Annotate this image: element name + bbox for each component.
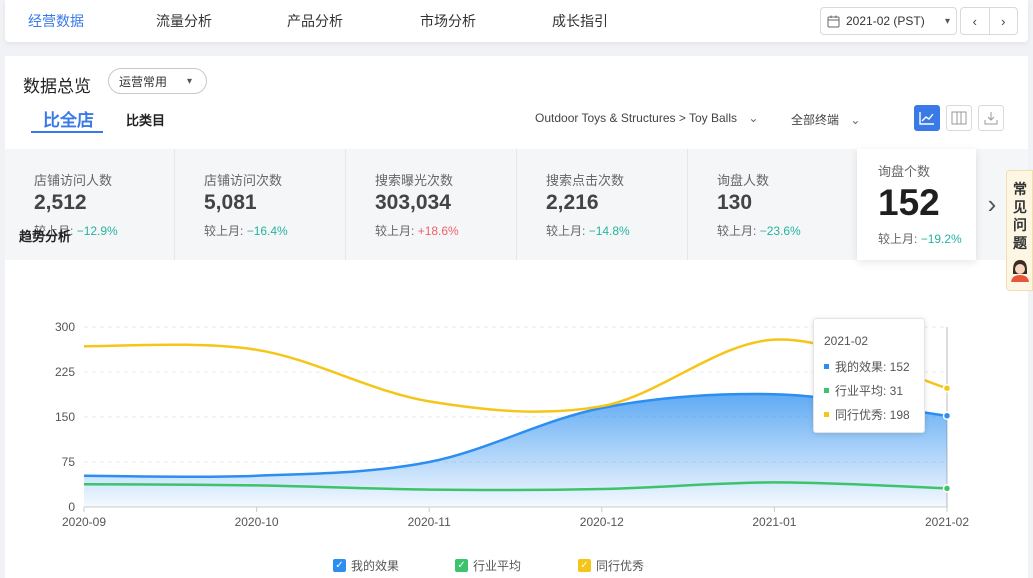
checkbox-icon: ✓ xyxy=(333,559,346,572)
series-swatch xyxy=(824,388,829,393)
checkbox-icon: ✓ xyxy=(455,559,468,572)
legend-item-industry[interactable]: ✓ 行业平均 xyxy=(455,557,521,574)
legend-label: 行业平均 xyxy=(473,559,522,573)
legend-label: 我的效果 xyxy=(351,559,400,573)
x-tick-label: 2020-12 xyxy=(580,515,624,529)
series-swatch xyxy=(824,412,829,417)
y-tick-label: 150 xyxy=(55,410,75,424)
trend-line-chart: 0 75 150 225 300 2020-09 2020-10 2020-11 2020-12… xyxy=(55,320,969,529)
legend-item-peer[interactable]: ✓ 同行优秀 xyxy=(578,557,644,574)
legend-label: 同行优秀 xyxy=(596,559,645,573)
y-tick-label: 0 xyxy=(68,500,75,514)
x-tick-label: 2020-09 xyxy=(62,515,106,529)
x-tick-label: 2021-02 xyxy=(925,515,969,529)
tooltip-row-mine: 我的效果: 152 xyxy=(824,358,910,375)
tooltip-value: 我的效果: 152 xyxy=(835,360,910,374)
data-point xyxy=(942,411,952,421)
tooltip-value: 同行优秀: 198 xyxy=(835,408,910,422)
legend-item-mine[interactable]: ✓ 我的效果 xyxy=(333,557,399,574)
checkbox-icon: ✓ xyxy=(578,559,591,572)
x-tick-label: 2020-10 xyxy=(235,515,279,529)
chart-tooltip: 2021-02 我的效果: 152 行业平均: 31 同行优秀: 198 xyxy=(813,318,925,433)
x-tick-label: 2021-01 xyxy=(752,515,796,529)
data-point xyxy=(942,383,952,393)
tooltip-row-peer: 同行优秀: 198 xyxy=(824,406,910,423)
x-tick-label: 2020-11 xyxy=(408,515,451,529)
y-tick-label: 75 xyxy=(62,455,76,469)
tooltip-value: 行业平均: 31 xyxy=(835,384,904,398)
series-swatch xyxy=(824,364,829,369)
tooltip-title: 2021-02 xyxy=(824,334,869,348)
y-tick-label: 225 xyxy=(55,365,75,379)
y-tick-label: 300 xyxy=(55,320,75,334)
tooltip-row-industry: 行业平均: 31 xyxy=(824,382,903,399)
data-point xyxy=(942,484,952,493)
